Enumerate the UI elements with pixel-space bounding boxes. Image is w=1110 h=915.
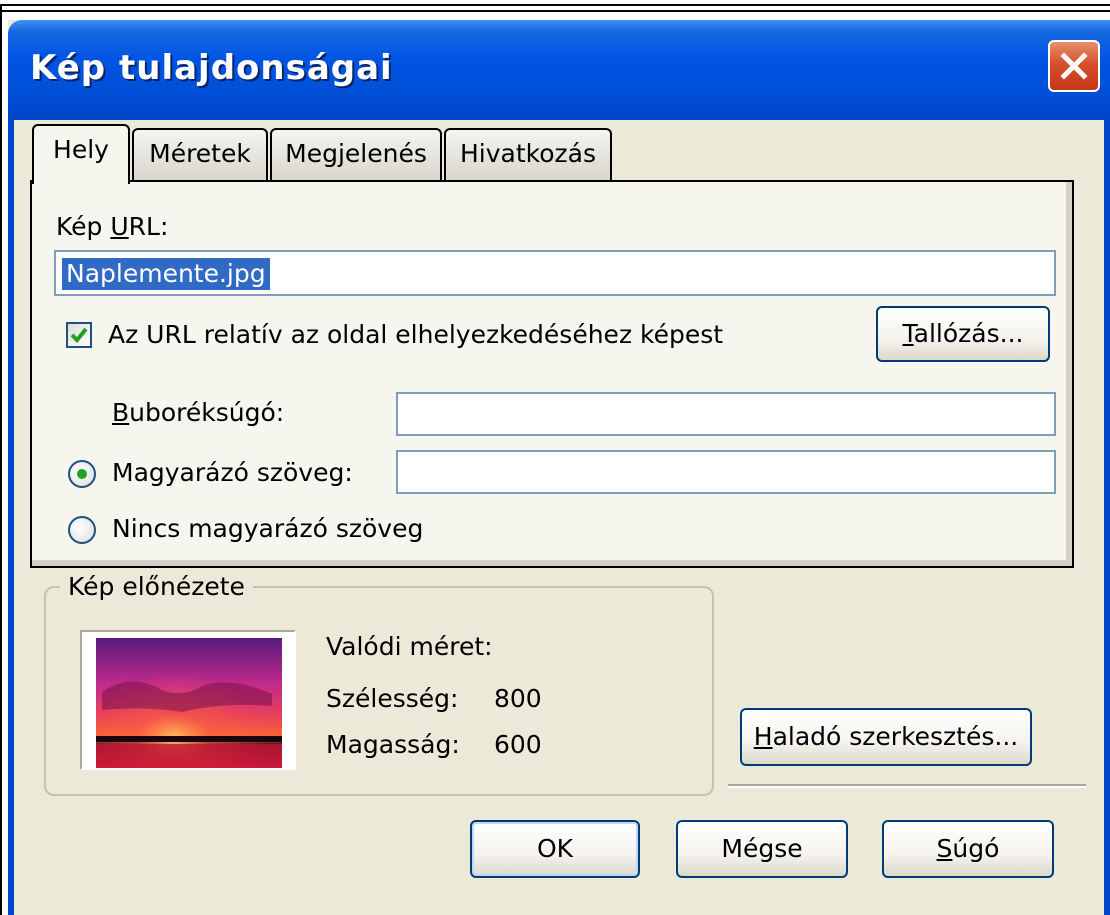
- tab-panel-hely: [30, 180, 1074, 568]
- title-bar[interactable]: Kép tulajdonságai: [8, 20, 1110, 120]
- image-url-value: Naplemente.jpg: [62, 258, 270, 290]
- tab-label: Hivatkozás: [459, 139, 596, 168]
- advanced-edit-button[interactable]: Haladó szerkesztés...: [740, 708, 1032, 766]
- alt-text-radio[interactable]: [68, 460, 96, 488]
- tab-hely[interactable]: Hely: [32, 124, 130, 184]
- image-url-input[interactable]: Naplemente.jpg: [54, 250, 1056, 296]
- tab-meretek[interactable]: Méretek: [132, 128, 268, 180]
- width-value: 800: [494, 684, 542, 713]
- cancel-button[interactable]: Mégse: [676, 820, 848, 878]
- no-alt-text-radio[interactable]: [68, 516, 96, 544]
- sunset-image: [82, 632, 294, 768]
- height-label: Magasság:: [326, 730, 460, 759]
- tab-label: Hely: [53, 135, 109, 164]
- close-button[interactable]: [1048, 40, 1100, 92]
- image-preview-thumbnail: [80, 630, 296, 770]
- relative-url-label: Az URL relatív az oldal elhelyezkedéséhe…: [108, 320, 724, 349]
- alt-text-input[interactable]: [396, 450, 1056, 494]
- no-alt-text-label: Nincs magyarázó szöveg: [112, 514, 424, 543]
- checkmark-icon: [70, 327, 88, 343]
- tooltip-label: Buboréksúgó:: [112, 398, 285, 427]
- browse-button[interactable]: Tallózás...: [876, 306, 1050, 362]
- dialog-title: Kép tulajdonságai: [30, 48, 393, 88]
- ok-button[interactable]: OK: [470, 820, 640, 878]
- width-label: Szélesség:: [326, 684, 459, 713]
- tooltip-input[interactable]: [396, 392, 1056, 436]
- help-button[interactable]: Súgó: [882, 820, 1054, 878]
- alt-text-label: Magyarázó szöveg:: [112, 458, 353, 487]
- real-size-label: Valódi méret:: [326, 632, 493, 661]
- image-url-label: Kép URL:: [56, 212, 169, 241]
- window-right-border: [1104, 120, 1110, 915]
- height-value: 600: [494, 730, 542, 759]
- relative-url-checkbox[interactable]: [66, 322, 92, 348]
- window-left-border: [8, 120, 14, 915]
- tab-megjelenes[interactable]: Megjelenés: [270, 128, 442, 180]
- tab-label: Megjelenés: [285, 139, 427, 168]
- close-icon: [1060, 52, 1088, 80]
- tab-label: Méretek: [149, 139, 251, 168]
- tab-hivatkozas[interactable]: Hivatkozás: [444, 128, 612, 180]
- radio-selected-dot: [77, 469, 87, 479]
- preview-group-title: Kép előnézete: [60, 572, 253, 601]
